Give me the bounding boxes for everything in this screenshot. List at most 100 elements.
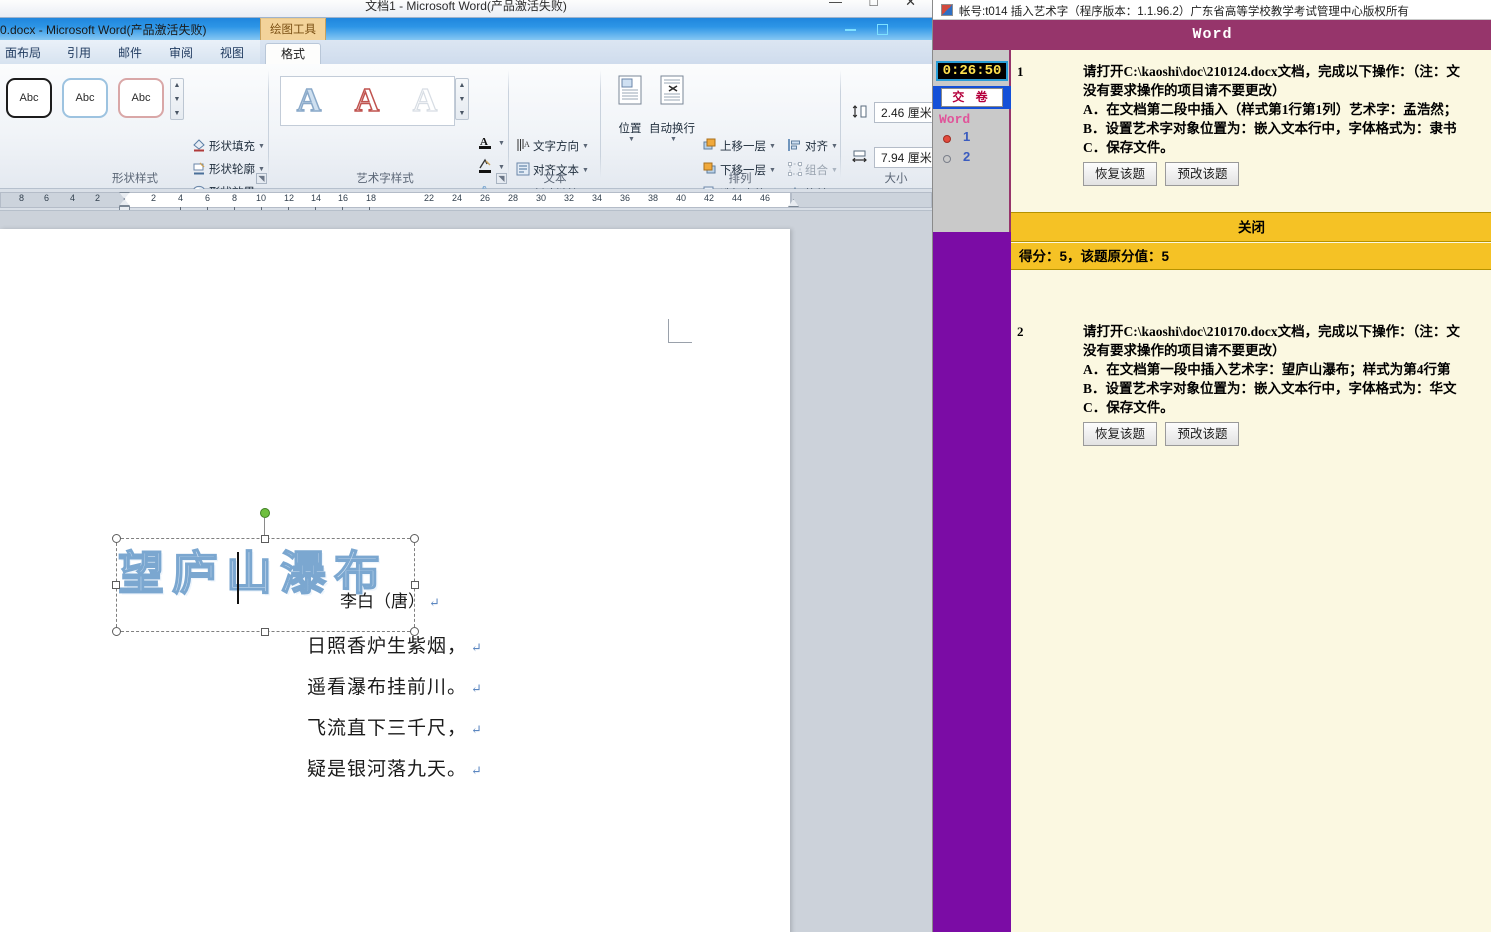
pilcrow-icon: ↵ bbox=[471, 762, 483, 778]
text-outline-icon bbox=[478, 158, 492, 177]
align-objects-button[interactable]: 对齐 ▼ bbox=[788, 138, 838, 155]
question-buttons: 恢复该题 预改该题 bbox=[1083, 162, 1243, 186]
tab-references[interactable]: 引用 bbox=[60, 43, 98, 64]
wordart-styles-dialog-launcher[interactable]: ◥ bbox=[496, 173, 507, 184]
ruler-tick: 28 bbox=[508, 193, 519, 203]
resize-handle-top-right[interactable] bbox=[410, 534, 419, 543]
sidebar-filler bbox=[933, 232, 1011, 932]
wordart-preset-3[interactable]: A bbox=[398, 78, 452, 124]
resize-handle-bottom-left[interactable] bbox=[112, 627, 121, 636]
text-direction-button[interactable]: A 文字方向 ▼ bbox=[516, 138, 589, 155]
text-fill-button[interactable]: A ▼ bbox=[478, 134, 505, 153]
question-nav-number: 2 bbox=[963, 149, 971, 164]
rotation-handle[interactable] bbox=[260, 508, 270, 518]
shape-style-preset-3[interactable]: Abc bbox=[118, 78, 164, 118]
shape-height-input[interactable]: 2.46 厘米 bbox=[874, 102, 932, 123]
pilcrow-icon: ↵ bbox=[471, 680, 483, 696]
minimize-icon[interactable] bbox=[845, 29, 856, 31]
tab-view[interactable]: 视图 bbox=[213, 43, 251, 64]
app-icon bbox=[941, 4, 953, 16]
bring-forward-button[interactable]: 上移一层 ▼ bbox=[703, 138, 776, 155]
question-nav-item-1[interactable]: 1 bbox=[933, 129, 1011, 150]
exam-header-banner: Word bbox=[933, 20, 1491, 50]
resize-handle-top-center[interactable] bbox=[261, 535, 269, 543]
word-titlebar[interactable]: 0.docx - Microsoft Word(产品激活失败) 绘图工具 bbox=[0, 18, 932, 40]
chevron-down-icon[interactable]: ▼ bbox=[831, 167, 838, 174]
shape-styles-gallery-scroll[interactable]: ▲ ▼ ▼ bbox=[170, 78, 184, 120]
svg-text:A: A bbox=[524, 140, 530, 149]
pre-grade-question-button[interactable]: 预改该题 bbox=[1165, 422, 1240, 446]
shape-width-input[interactable]: 7.94 厘米 bbox=[874, 147, 932, 168]
radio-selected-icon[interactable] bbox=[943, 135, 951, 143]
submit-exam-button[interactable]: 交 卷 bbox=[941, 88, 1003, 107]
shape-fill-button[interactable]: 形状填充 ▼ bbox=[192, 138, 265, 155]
scroll-up-icon[interactable]: ▲ bbox=[456, 79, 468, 92]
gallery-more-icon[interactable]: ▼ bbox=[171, 107, 183, 120]
chevron-down-icon[interactable]: ▼ bbox=[498, 140, 505, 147]
question-buttons: 恢复该题 预改该题 bbox=[1083, 422, 1243, 446]
ruler-tick: 24 bbox=[452, 193, 463, 203]
pilcrow-icon: ↵ bbox=[471, 639, 483, 655]
align-objects-label: 对齐 bbox=[805, 141, 828, 153]
question-text: 请打开C:\kaoshi\doc\210124.docx文档，完成以下操作：（注… bbox=[1083, 64, 1460, 155]
close-button[interactable]: 关闭 bbox=[1011, 212, 1491, 242]
wordart-preset-1[interactable]: A bbox=[282, 78, 336, 124]
ruler-tick: 14 bbox=[311, 193, 322, 203]
ruler-tick: 32 bbox=[564, 193, 575, 203]
align-objects-icon bbox=[788, 138, 802, 155]
ruler-tick: 6 bbox=[44, 193, 50, 203]
tab-mailings[interactable]: 邮件 bbox=[111, 43, 149, 64]
horizontal-ruler[interactable]: 8 6 4 2 2 4 6 8 10 12 14 16 18 22 24 26 … bbox=[0, 189, 932, 211]
document-page[interactable]: 望庐山瀑布 李白（唐） ↵ 日照香炉生紫烟， ↵ 遥看瀑布挂前川。 ↵ 飞流直下… bbox=[0, 229, 790, 932]
ruler-tick: 42 bbox=[704, 193, 715, 203]
text-boundary-corner bbox=[668, 319, 692, 343]
scroll-up-icon[interactable]: ▲ bbox=[171, 79, 183, 92]
restore-question-button[interactable]: 恢复该题 bbox=[1083, 422, 1157, 446]
ruler-tick: 6 bbox=[205, 193, 211, 203]
group-label-wordart-styles: 艺术字样式 bbox=[356, 173, 414, 185]
background-word-window: 文档1 - Microsoft Word(产品激活失败) — □ ✕ bbox=[0, 0, 932, 18]
wordart-preset-2[interactable]: A bbox=[340, 78, 394, 124]
ruler-tick: 2 bbox=[151, 193, 157, 203]
maximize-icon[interactable] bbox=[877, 24, 888, 35]
wordart-gallery-scroll[interactable]: ▲ ▼ ▼ bbox=[455, 78, 469, 120]
chevron-down-icon[interactable]: ▼ bbox=[649, 136, 698, 143]
tab-review[interactable]: 审阅 bbox=[162, 43, 200, 64]
radio-unselected-icon[interactable] bbox=[943, 155, 951, 163]
ruler-tick: 30 bbox=[536, 193, 547, 203]
shape-style-preset-1[interactable]: Abc bbox=[6, 78, 52, 118]
document-canvas[interactable]: 望庐山瀑布 李白（唐） ↵ 日照香炉生紫烟， ↵ 遥看瀑布挂前川。 ↵ 飞流直下… bbox=[0, 211, 932, 932]
chevron-down-icon[interactable]: ▼ bbox=[258, 143, 265, 150]
wrap-text-button[interactable]: 自动换行 ▼ bbox=[646, 74, 698, 143]
chevron-down-icon[interactable]: ▼ bbox=[831, 143, 838, 150]
chevron-down-icon[interactable]: ▼ bbox=[769, 143, 776, 150]
tab-format[interactable]: 格式 bbox=[265, 43, 321, 64]
ruler-tick: 38 bbox=[648, 193, 659, 203]
resize-handle-top-left[interactable] bbox=[112, 534, 121, 543]
chevron-down-icon[interactable]: ▼ bbox=[498, 164, 505, 171]
exam-titlebar: 帐号:t014 插入艺术字（程序版本：1.1.96.2）广东省高等学校教学考试管… bbox=[933, 0, 1491, 20]
ribbon: Abc Abc Abc ▲ ▼ ▼ 形状填充 ▼ 形状轮廓 ▼ 形状样式 ◥ A… bbox=[0, 64, 932, 201]
resize-handle-bottom-center[interactable] bbox=[261, 628, 269, 636]
scroll-down-icon[interactable]: ▼ bbox=[456, 93, 468, 106]
text-direction-label: 文字方向 bbox=[533, 141, 579, 153]
exam-panel: 帐号:t014 插入艺术字（程序版本：1.1.96.2）广东省高等学校教学考试管… bbox=[932, 0, 1491, 932]
wordart-selection-box[interactable] bbox=[116, 538, 415, 632]
tab-page-layout[interactable]: 面布局 bbox=[0, 43, 46, 64]
resize-handle-middle-left[interactable] bbox=[112, 581, 120, 589]
shape-styles-dialog-launcher[interactable]: ◥ bbox=[256, 173, 267, 184]
author-text: 李白（唐） ↵ bbox=[340, 592, 440, 611]
chevron-down-icon[interactable]: ▼ bbox=[582, 143, 589, 150]
scroll-down-icon[interactable]: ▼ bbox=[171, 93, 183, 106]
pre-grade-question-button[interactable]: 预改该题 bbox=[1165, 162, 1240, 186]
gallery-more-icon[interactable]: ▼ bbox=[456, 107, 468, 120]
restore-question-button[interactable]: 恢复该题 bbox=[1083, 162, 1157, 186]
group-label-shape-styles: 形状样式 bbox=[112, 173, 158, 185]
shape-width-icon bbox=[852, 149, 867, 169]
background-window-controls[interactable]: — □ ✕ bbox=[829, 0, 928, 10]
question-nav-number: 1 bbox=[963, 129, 971, 144]
question-nav-item-2[interactable]: 2 bbox=[933, 149, 1011, 170]
text-fill-icon: A bbox=[478, 134, 492, 153]
shape-style-preset-2[interactable]: Abc bbox=[62, 78, 108, 118]
section-label-word: Word bbox=[939, 112, 971, 127]
